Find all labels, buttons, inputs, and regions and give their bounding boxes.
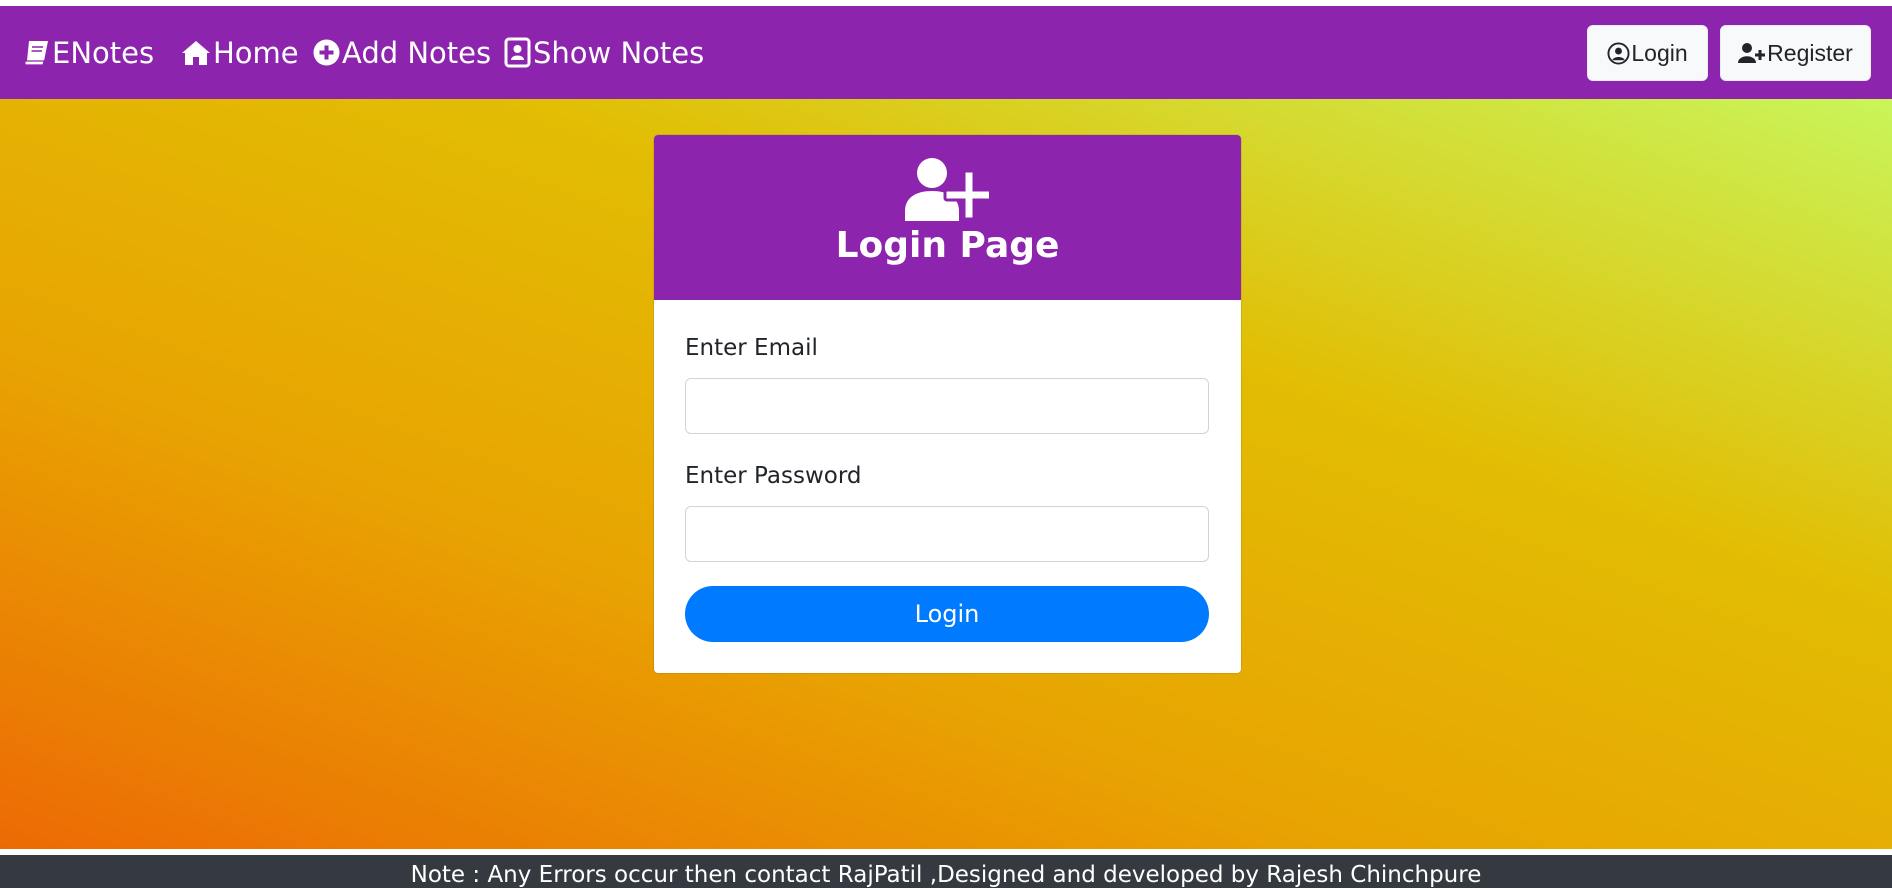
login-card: Login Page Enter Email Enter Password Lo… (654, 135, 1241, 673)
user-circle-icon (1607, 41, 1630, 65)
show-notes-label: Show Notes (533, 35, 705, 70)
register-nav-label: Register (1767, 39, 1853, 66)
home-label: Home (213, 35, 299, 70)
login-card-header: Login Page (654, 135, 1241, 300)
address-book-icon (504, 37, 531, 68)
email-label: Enter Email (685, 335, 818, 361)
password-field[interactable] (685, 506, 1209, 562)
user-plus-icon (1738, 42, 1766, 64)
brand-label: ENotes (52, 35, 155, 70)
page-title: Login Page (835, 225, 1060, 266)
navbar: ENotes Home Add Notes Show Notes Login R… (0, 6, 1892, 99)
nav-home[interactable]: Home (181, 6, 299, 99)
nav-brand[interactable]: ENotes (23, 6, 154, 99)
user-plus-icon (905, 157, 995, 225)
add-notes-label: Add Notes (342, 35, 492, 70)
login-nav-button[interactable]: Login (1587, 25, 1708, 81)
footer-note: Note : Any Errors occur then contact Raj… (410, 862, 1482, 888)
nav-show-notes[interactable]: Show Notes (504, 6, 704, 99)
register-nav-button[interactable]: Register (1720, 25, 1871, 81)
login-submit-button[interactable]: Login (685, 586, 1209, 642)
home-icon (181, 40, 211, 66)
login-nav-label: Login (1631, 39, 1688, 66)
nav-add-notes[interactable]: Add Notes (313, 6, 491, 99)
plus-circle-icon (313, 39, 340, 66)
footer: Note : Any Errors occur then contact Raj… (0, 855, 1892, 888)
email-field[interactable] (685, 378, 1209, 434)
password-label: Enter Password (685, 463, 862, 489)
book-icon (23, 39, 50, 67)
